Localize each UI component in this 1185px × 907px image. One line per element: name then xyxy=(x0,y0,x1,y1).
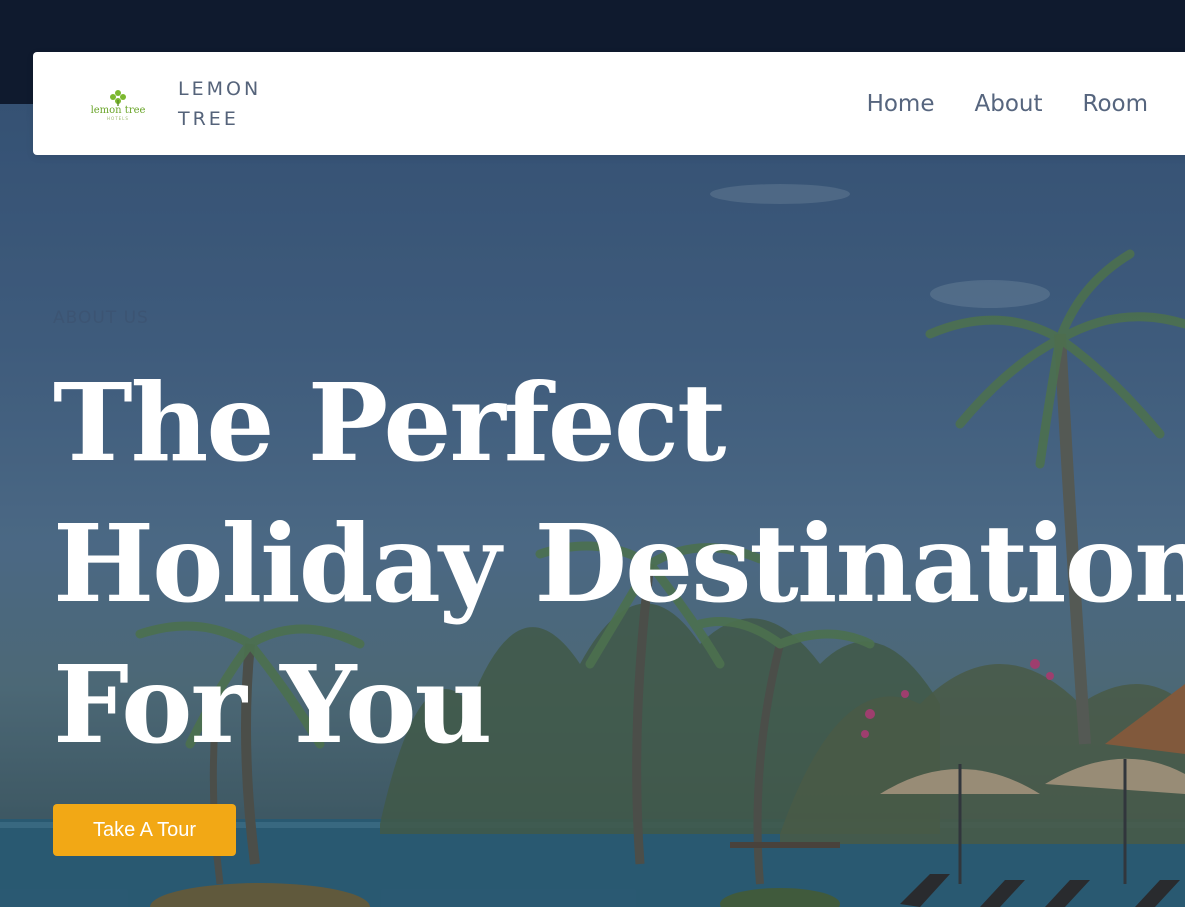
hero-headline: The Perfect Holiday Destination For You xyxy=(53,353,1185,776)
svg-text:lemon tree: lemon tree xyxy=(91,105,146,116)
brand-name[interactable]: LEMON TREE xyxy=(178,74,261,134)
brand-line-1: LEMON xyxy=(178,78,262,100)
section-eyebrow: ABOUT US xyxy=(53,308,149,328)
nav-link-home[interactable]: Home xyxy=(867,91,935,117)
take-a-tour-button[interactable]: Take A Tour xyxy=(53,804,236,856)
svg-text:HOTELS: HOTELS xyxy=(107,116,129,121)
nav-link-room[interactable]: Room xyxy=(1083,91,1149,117)
headline-line-3: For You xyxy=(53,643,492,768)
main-nav: Home About Room xyxy=(867,52,1148,155)
nav-link-about[interactable]: About xyxy=(974,91,1042,117)
page: lemon tree HOTELS LEMON TREE Home About … xyxy=(0,0,1185,907)
navbar: lemon tree HOTELS LEMON TREE Home About … xyxy=(33,52,1185,155)
brand-line-2: TREE xyxy=(178,108,239,130)
headline-line-1: The Perfect xyxy=(53,361,726,486)
headline-line-2: Holiday Destination xyxy=(53,502,1185,627)
lemon-tree-logo-icon[interactable]: lemon tree HOTELS xyxy=(88,86,148,122)
